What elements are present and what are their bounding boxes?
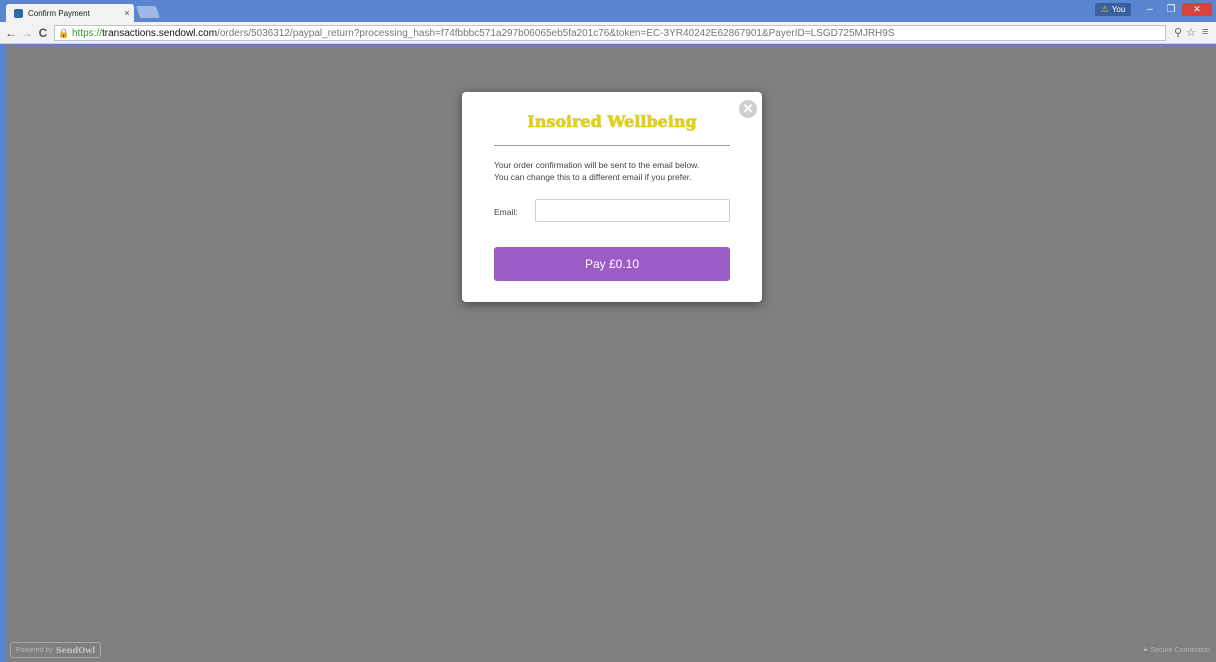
powered-by-badge[interactable]: Powered by SendOwl (10, 642, 102, 658)
info-line-2: You can change this to a different email… (494, 172, 692, 182)
favicon-icon (14, 8, 23, 18)
tab-strip: Confirm Payment × ⚠ You – ❐ ✕ (0, 0, 1216, 22)
lock-icon: 🔒 (58, 27, 70, 38)
sendowl-logo: SendOwl (55, 645, 96, 655)
warning-icon: ⚠ (1100, 4, 1109, 14)
new-tab-button[interactable] (135, 6, 161, 18)
info-line-1: Your order confirmation will be sent to … (494, 160, 700, 170)
page-overlay: ✕ Insoired Wellbeing Your order confirma… (6, 45, 1216, 662)
back-arrow-icon[interactable]: ← (4, 25, 18, 41)
profile-button[interactable]: ⚠ You (1095, 3, 1131, 16)
confirmation-info: Your order confirmation will be sent to … (494, 159, 734, 183)
reload-icon[interactable]: C (36, 25, 50, 41)
browser-toolbar: ← → C 🔒 https:// transactions.sendowl.co… (0, 22, 1216, 44)
url-host: transactions.sendowl.com (102, 27, 218, 39)
tab-confirm-payment[interactable]: Confirm Payment × (6, 4, 134, 22)
payment-modal: ✕ Insoired Wellbeing Your order confirma… (462, 92, 762, 302)
profile-name: You (1111, 5, 1126, 14)
address-bar[interactable]: 🔒 https:// transactions.sendowl.com /ord… (54, 25, 1166, 41)
close-icon[interactable]: ✕ (739, 100, 757, 118)
menu-icon[interactable]: ≡ (1202, 26, 1208, 38)
minimize-button[interactable]: – (1140, 3, 1160, 16)
padlock-icon: 🔒︎ (1143, 646, 1148, 653)
secure-connection: 🔒︎ Secure Connection (1144, 646, 1210, 654)
forward-arrow-icon[interactable]: → (20, 25, 34, 41)
browser-window: Confirm Payment × ⚠ You – ❐ ✕ ← → C 🔒 ht… (0, 0, 1216, 662)
url-path: /orders/5036312/paypal_return?processing… (217, 27, 895, 39)
brand-logo: Insoired Wellbeing (527, 112, 697, 131)
key-icon[interactable]: ⚲ (1174, 26, 1182, 39)
email-label: Email: (494, 207, 518, 217)
tab-close-icon[interactable]: × (120, 8, 134, 18)
secure-text: Secure Connection (1150, 646, 1210, 654)
email-field[interactable] (535, 199, 730, 222)
close-window-button[interactable]: ✕ (1182, 3, 1212, 16)
powered-by-text: Powered by (16, 646, 53, 654)
tab-title: Confirm Payment (28, 8, 90, 18)
pay-button[interactable]: Pay £0.10 (494, 247, 730, 281)
divider (494, 145, 730, 146)
maximize-button[interactable]: ❐ (1161, 3, 1181, 16)
url-scheme: https:// (72, 27, 103, 39)
bookmark-star-icon[interactable]: ☆ (1186, 26, 1196, 39)
